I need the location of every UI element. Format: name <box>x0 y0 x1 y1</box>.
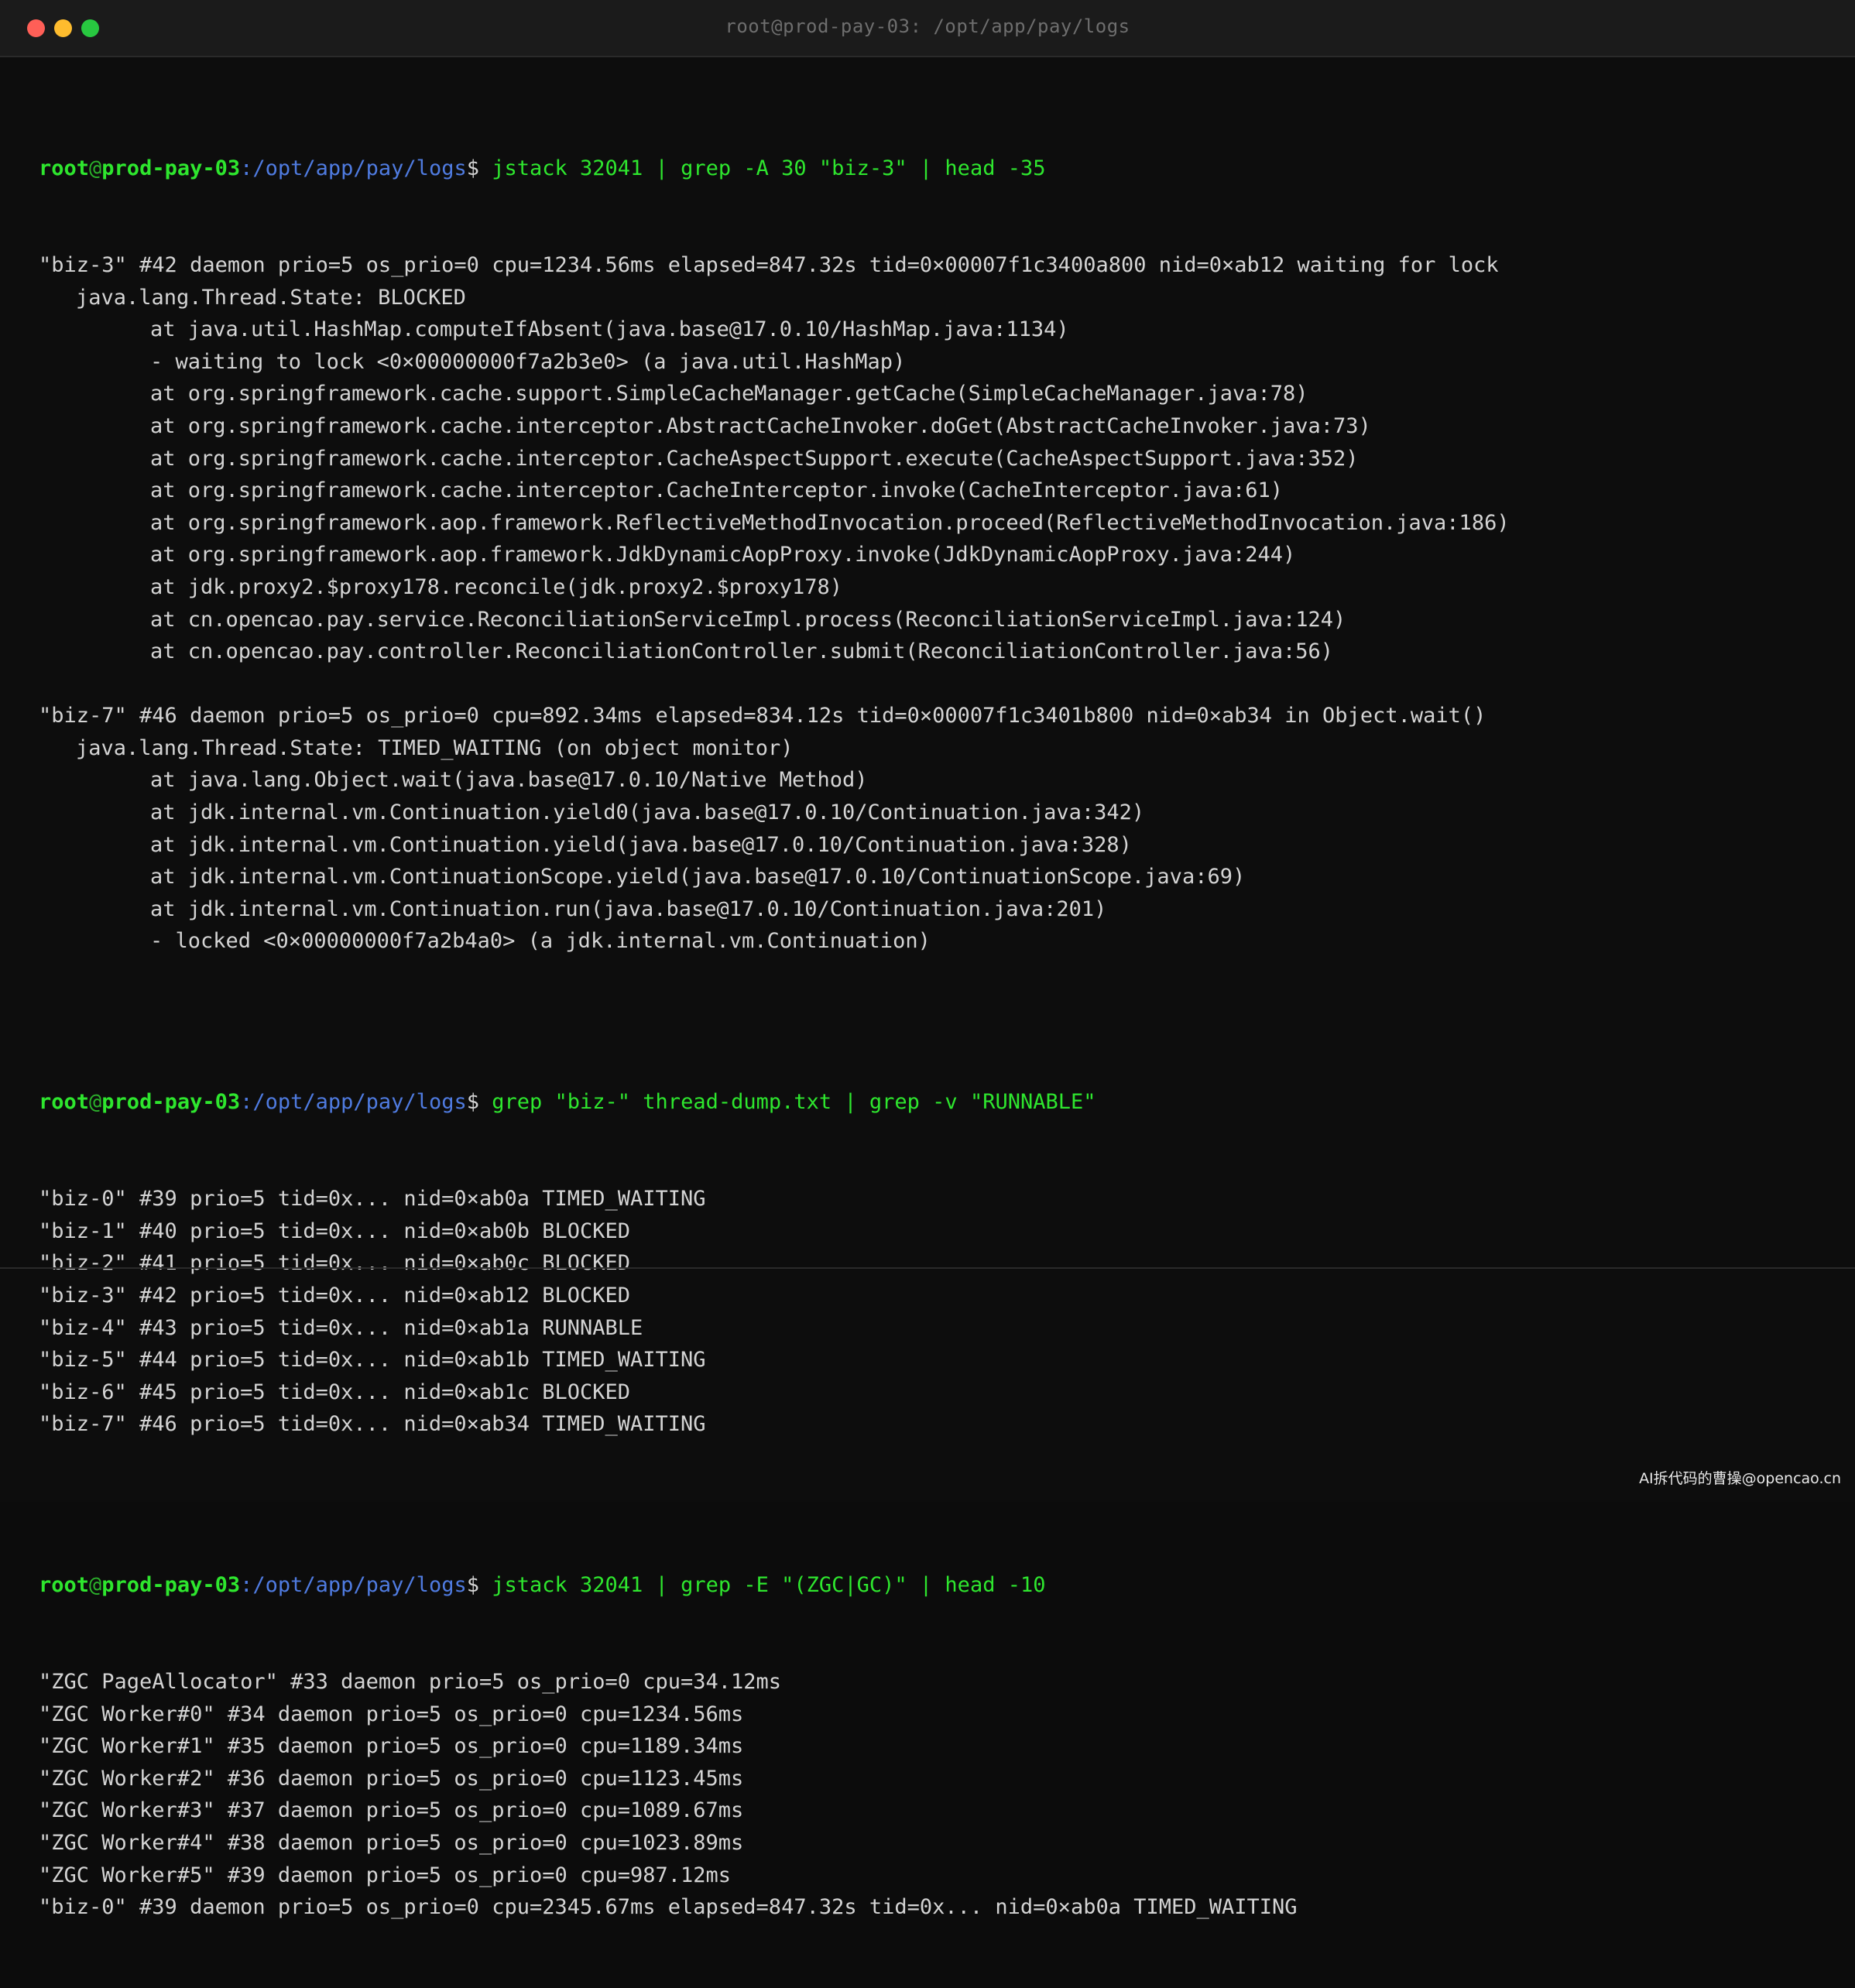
output-block-jstack-biz3: "biz-3" #42 daemon prio=5 os_prio=0 cpu=… <box>39 249 1840 990</box>
output-line: at org.springframework.cache.interceptor… <box>150 446 1359 471</box>
output-line: "biz-6" #45 prio=5 tid=0x... nid=0×ab1c … <box>39 1380 631 1404</box>
command-text: grep "biz-" thread-dump.txt | grep -v "R… <box>492 1090 1096 1115</box>
output-line: "biz-2" #41 prio=5 tid=0x... nid=0×ab0c … <box>39 1251 631 1276</box>
output-line: at jdk.internal.vm.Continuation.run(java… <box>150 896 1107 921</box>
output-block-grep-biz: "biz-0" #39 prio=5 tid=0x... nid=0×ab0a … <box>39 1183 1840 1472</box>
output-line: at cn.opencao.pay.service.Reconciliation… <box>150 607 1346 632</box>
output-line: at jdk.proxy2.$proxy178.reconcile(jdk.pr… <box>150 574 843 599</box>
output-line: "ZGC Worker#1" #35 daemon prio=5 os_prio… <box>39 1734 744 1759</box>
prompt-path: :/opt/app/pay/logs <box>240 1090 467 1115</box>
output-line: at jdk.internal.vm.Continuation.yield(ja… <box>150 832 1132 857</box>
prompt-path: :/opt/app/pay/logs <box>240 1573 467 1598</box>
prompt-dollar: $ <box>466 1090 492 1115</box>
output-line: at jdk.internal.vm.Continuation.yield0(j… <box>150 800 1145 825</box>
output-line: "biz-7" #46 daemon prio=5 os_prio=0 cpu=… <box>39 704 1486 728</box>
prompt-line-2: root@prod-pay-03:/opt/app/pay/logs$ grep… <box>39 1086 1840 1119</box>
terminal-window: root@prod-pay-03: /opt/app/pay/logs root… <box>0 0 1855 1919</box>
prompt-dollar: $ <box>466 1573 492 1598</box>
output-line: "biz-0" #39 prio=5 tid=0x... nid=0×ab0a … <box>39 1187 706 1212</box>
output-line: at org.springframework.aop.framework.Ref… <box>150 510 1510 535</box>
title-bar[interactable]: root@prod-pay-03: /opt/app/pay/logs <box>0 0 1855 57</box>
pane-divider <box>0 1267 1855 1269</box>
prompt-host: prod-pay-03 <box>101 156 241 181</box>
window-title: root@prod-pay-03: /opt/app/pay/logs <box>725 15 1130 37</box>
output-line: java.lang.Thread.State: BLOCKED <box>76 285 466 310</box>
output-line: "ZGC Worker#5" #39 daemon prio=5 os_prio… <box>39 1863 732 1887</box>
output-line: "biz-5" #44 prio=5 tid=0x... nid=0×ab1b … <box>39 1348 706 1373</box>
output-line: "biz-0" #39 daemon prio=5 os_prio=0 cpu=… <box>39 1895 1298 1920</box>
output-line: at java.util.HashMap.computeIfAbsent(jav… <box>150 317 1069 342</box>
prompt-host: prod-pay-03 <box>101 1573 241 1598</box>
output-line: at org.springframework.cache.interceptor… <box>150 478 1283 503</box>
output-line: "ZGC Worker#3" #37 daemon prio=5 os_prio… <box>39 1798 744 1823</box>
prompt-user: root <box>39 1573 90 1598</box>
output-line: "biz-7" #46 prio=5 tid=0x... nid=0×ab34 … <box>39 1412 706 1437</box>
output-line: java.lang.Thread.State: TIMED_WAITING (o… <box>76 735 794 760</box>
prompt-line-3: root@prod-pay-03:/opt/app/pay/logs$ jsta… <box>39 1569 1840 1602</box>
watermark: AI拆代码的曹操@opencao.cn <box>1639 1470 1841 1487</box>
output-line: at org.springframework.cache.interceptor… <box>150 413 1371 438</box>
prompt-user: root <box>39 1090 90 1115</box>
terminal-output[interactable]: root@prod-pay-03:/opt/app/pay/logs$ jsta… <box>39 88 1840 1988</box>
output-line: at java.lang.Object.wait(java.base@17.0.… <box>150 768 868 793</box>
command-text: jstack 32041 | grep -A 30 "biz-3" | head… <box>492 156 1046 181</box>
output-line: "ZGC Worker#4" #38 daemon prio=5 os_prio… <box>39 1831 744 1856</box>
output-line: at org.springframework.cache.support.Sim… <box>150 382 1308 406</box>
output-line: at org.springframework.aop.framework.Jdk… <box>150 543 1296 567</box>
prompt-host: prod-pay-03 <box>101 1090 241 1115</box>
prompt-line-1: root@prod-pay-03:/opt/app/pay/logs$ jsta… <box>39 153 1840 185</box>
prompt-dollar: $ <box>466 156 492 181</box>
prompt-user: root <box>39 156 90 181</box>
output-line: "ZGC Worker#0" #34 daemon prio=5 os_prio… <box>39 1702 744 1726</box>
prompt-at: @ <box>89 1090 102 1115</box>
prompt-at: @ <box>89 156 102 181</box>
output-line: "biz-3" #42 daemon prio=5 os_prio=0 cpu=… <box>39 252 1499 277</box>
prompt-at: @ <box>89 1573 102 1598</box>
output-line: "biz-1" #40 prio=5 tid=0x... nid=0×ab0b … <box>39 1219 631 1243</box>
prompt-path: :/opt/app/pay/logs <box>240 156 467 181</box>
output-line: at cn.opencao.pay.controller.Reconciliat… <box>150 639 1334 664</box>
output-line: at jdk.internal.vm.ContinuationScope.yie… <box>150 865 1246 889</box>
output-line: "biz-3" #42 prio=5 tid=0x... nid=0×ab12 … <box>39 1283 631 1308</box>
output-line: "biz-4" #43 prio=5 tid=0x... nid=0×ab1a … <box>39 1315 643 1340</box>
output-block-jstack-gc: "ZGC PageAllocator" #33 daemon prio=5 os… <box>39 1666 1840 1924</box>
output-line: - locked <0×00000000f7a2b4a0> (a jdk.int… <box>150 929 931 954</box>
command-text: jstack 32041 | grep -E "(ZGC|GC)" | head… <box>492 1573 1046 1598</box>
output-line: - waiting to lock <0×00000000f7a2b3e0> (… <box>150 349 906 374</box>
output-line: "ZGC Worker#2" #36 daemon prio=5 os_prio… <box>39 1766 744 1791</box>
output-line: "ZGC PageAllocator" #33 daemon prio=5 os… <box>39 1670 782 1695</box>
